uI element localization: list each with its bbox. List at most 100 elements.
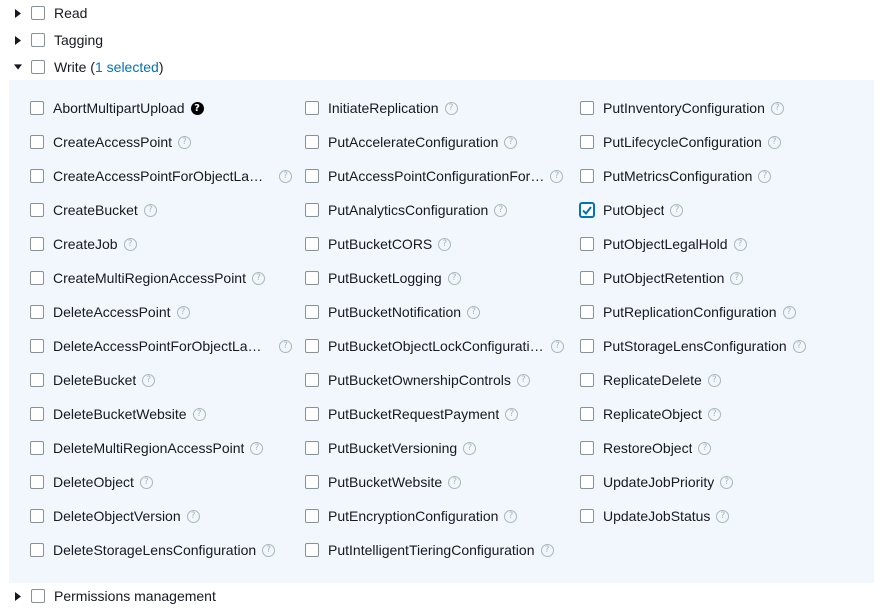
help-circle-icon[interactable]: ? — [448, 475, 462, 489]
action-checkbox[interactable] — [580, 373, 594, 387]
action-label[interactable]: PutBucketOwnershipControls — [328, 372, 511, 388]
action-checkbox[interactable] — [30, 441, 44, 455]
action-label[interactable]: PutLifecycleConfiguration — [603, 134, 762, 150]
action-label[interactable]: DeleteObject — [53, 474, 134, 490]
action-label[interactable]: PutBucketLogging — [328, 270, 442, 286]
action-label[interactable]: UpdateJobPriority — [603, 474, 714, 490]
action-checkbox[interactable] — [305, 169, 319, 183]
help-circle-icon[interactable]: ? — [516, 373, 530, 387]
help-circle-icon[interactable]: ? — [262, 543, 276, 557]
action-checkbox[interactable] — [305, 543, 319, 557]
action-label[interactable]: UpdateJobStatus — [603, 508, 710, 524]
help-circle-icon[interactable]: ? — [720, 475, 734, 489]
action-checkbox[interactable] — [30, 509, 44, 523]
action-label[interactable]: ReplicateObject — [603, 406, 702, 422]
help-circle-icon[interactable]: ? — [504, 509, 518, 523]
caret-right-icon[interactable] — [14, 591, 22, 601]
action-checkbox[interactable] — [305, 475, 319, 489]
group-permissions-label[interactable]: Permissions management — [54, 588, 216, 604]
action-checkbox[interactable] — [305, 373, 319, 387]
help-circle-icon[interactable]: ? — [551, 339, 564, 353]
action-checkbox[interactable] — [305, 305, 319, 319]
action-label[interactable]: PutInventoryConfiguration — [603, 100, 765, 116]
help-circle-icon[interactable]: ? — [698, 441, 712, 455]
action-checkbox[interactable] — [30, 339, 44, 353]
action-label[interactable]: PutBucketRequestPayment — [328, 406, 499, 422]
help-circle-icon[interactable]: ? — [444, 101, 458, 115]
help-circle-icon[interactable]: ? — [142, 373, 156, 387]
help-circle-icon[interactable]: ? — [730, 271, 744, 285]
action-label[interactable]: InitiateReplication — [328, 100, 439, 116]
action-checkbox[interactable] — [305, 509, 319, 523]
action-label[interactable]: DeleteObjectVersion — [53, 508, 181, 524]
action-checkbox[interactable] — [580, 135, 594, 149]
help-circle-icon[interactable]: ? — [758, 169, 772, 183]
action-label[interactable]: RestoreObject — [603, 440, 692, 456]
action-label[interactable]: PutObject — [603, 202, 664, 218]
action-checkbox[interactable] — [580, 203, 594, 217]
action-checkbox[interactable] — [305, 237, 319, 251]
help-circle-icon[interactable]: ? — [550, 169, 564, 183]
help-circle-icon[interactable]: ? — [447, 271, 461, 285]
help-circle-icon[interactable]: ? — [782, 305, 796, 319]
help-circle-icon[interactable]: ? — [505, 407, 519, 421]
action-checkbox[interactable] — [30, 237, 44, 251]
group-permissions-checkbox[interactable] — [31, 589, 45, 603]
action-label[interactable]: PutAnalyticsConfiguration — [328, 202, 488, 218]
action-label[interactable]: ReplicateDelete — [603, 372, 702, 388]
action-checkbox[interactable] — [30, 203, 44, 217]
action-label[interactable]: PutMetricsConfiguration — [603, 168, 752, 184]
action-label[interactable]: PutObjectRetention — [603, 270, 724, 286]
action-checkbox[interactable] — [305, 101, 319, 115]
help-circle-icon[interactable]: ? — [792, 339, 806, 353]
help-circle-icon[interactable]: ? — [733, 237, 747, 251]
action-label[interactable]: DeleteBucketWebsite — [53, 406, 187, 422]
action-label[interactable]: PutReplicationConfiguration — [603, 304, 777, 320]
action-label[interactable]: PutEncryptionConfiguration — [328, 508, 498, 524]
action-checkbox[interactable] — [305, 407, 319, 421]
action-label[interactable]: PutIntelligentTieringConfiguration — [328, 542, 535, 558]
action-checkbox[interactable] — [305, 203, 319, 217]
help-circle-icon[interactable]: ? — [770, 101, 784, 115]
help-circle-icon[interactable]: ? — [176, 305, 190, 319]
caret-right-icon[interactable] — [14, 35, 22, 45]
help-circle-icon[interactable]: ? — [279, 339, 292, 353]
help-circle-icon[interactable]: ? — [467, 305, 481, 319]
group-write-checkbox[interactable] — [31, 60, 45, 74]
action-label[interactable]: DeleteStorageLensConfiguration — [53, 542, 256, 558]
action-label[interactable]: PutBucketCORS — [328, 236, 432, 252]
action-label[interactable]: CreateJob — [53, 236, 118, 252]
action-checkbox[interactable] — [580, 271, 594, 285]
action-checkbox[interactable] — [30, 169, 44, 183]
help-circle-icon[interactable]: ? — [716, 509, 730, 523]
group-tagging-label[interactable]: Tagging — [54, 32, 103, 48]
help-circle-icon[interactable]: ? — [707, 373, 721, 387]
action-checkbox[interactable] — [580, 101, 594, 115]
action-checkbox[interactable] — [305, 135, 319, 149]
action-label[interactable]: PutAccessPointConfigurationFor… — [328, 168, 544, 184]
action-checkbox[interactable] — [30, 543, 44, 557]
action-label[interactable]: PutAccelerateConfiguration — [328, 134, 498, 150]
action-label[interactable]: DeleteAccessPoint — [53, 304, 171, 320]
help-circle-icon[interactable]: ? — [251, 271, 265, 285]
action-checkbox[interactable] — [30, 271, 44, 285]
group-write-label[interactable]: Write (1 selected) — [54, 59, 163, 75]
action-label[interactable]: PutObjectLegalHold — [603, 236, 728, 252]
action-checkbox[interactable] — [580, 237, 594, 251]
action-label[interactable]: CreateAccessPoint — [53, 134, 172, 150]
help-circle-icon[interactable]: ? — [250, 441, 264, 455]
help-circle-icon[interactable]: ? — [178, 135, 192, 149]
help-circle-icon[interactable]: ? — [143, 203, 157, 217]
group-read-checkbox[interactable] — [31, 6, 45, 20]
group-tagging-checkbox[interactable] — [31, 33, 45, 47]
help-circle-icon[interactable]: ? — [494, 203, 508, 217]
action-checkbox[interactable] — [30, 407, 44, 421]
help-circle-icon[interactable]: ? — [707, 407, 721, 421]
action-checkbox[interactable] — [580, 339, 594, 353]
action-label[interactable]: DeleteBucket — [53, 372, 136, 388]
action-label[interactable]: PutBucketNotification — [328, 304, 461, 320]
group-read-label[interactable]: Read — [54, 5, 87, 21]
caret-down-icon[interactable] — [14, 63, 22, 71]
help-circle-icon[interactable]: ? — [186, 509, 200, 523]
action-checkbox[interactable] — [580, 475, 594, 489]
